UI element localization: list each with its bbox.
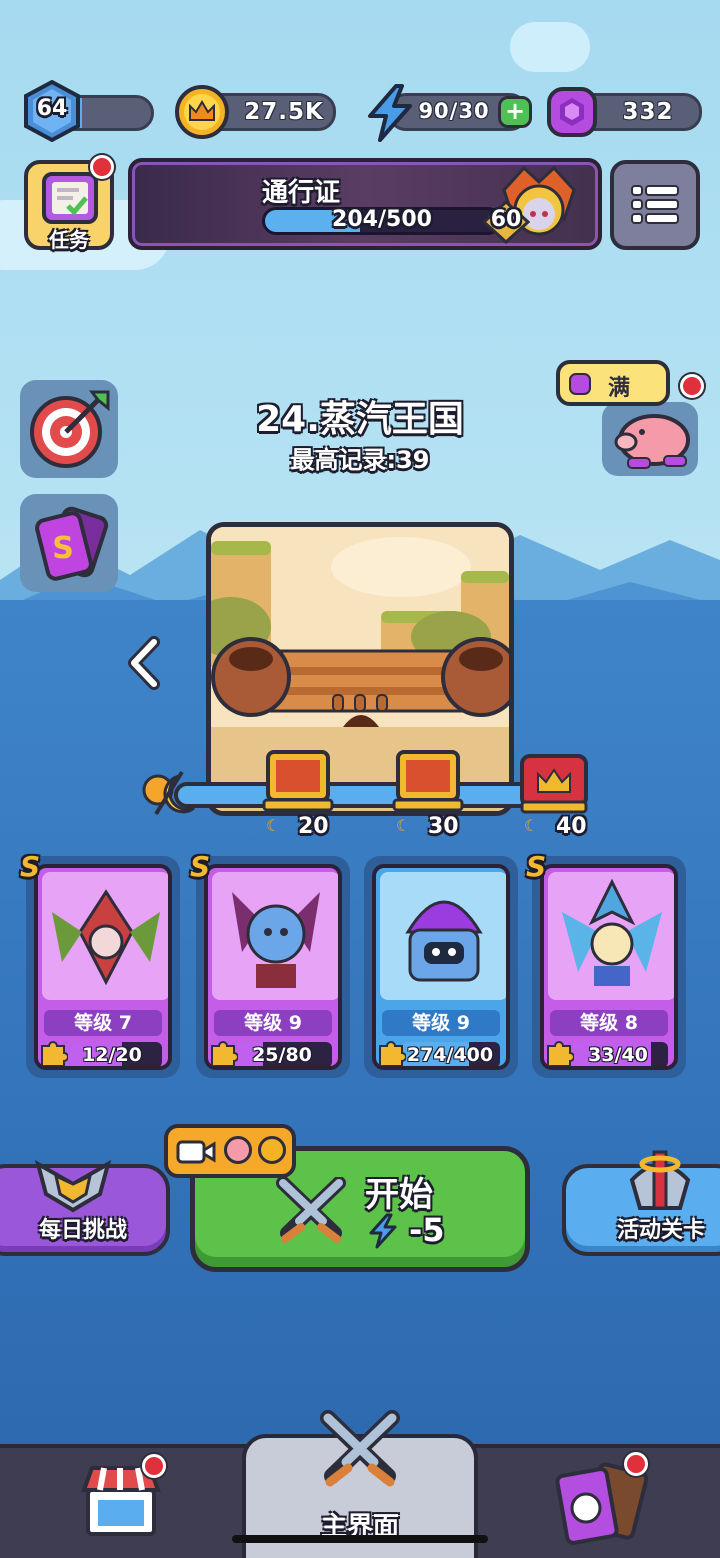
stage-name: 24.蒸汽王国	[256, 399, 464, 440]
hero-level: 等级 8	[550, 1010, 668, 1036]
previous-stage-arrow-icon[interactable]	[122, 636, 166, 690]
chest-icon[interactable]	[262, 746, 334, 812]
tasks-label: 任务	[49, 228, 89, 252]
menu-button[interactable]	[610, 160, 700, 250]
piggy-bank-button[interactable]	[602, 402, 698, 476]
hero-shard-progress: 33/40	[568, 1042, 668, 1066]
hero-rank-badge: S	[526, 850, 547, 883]
crown-coin-icon	[175, 85, 229, 139]
notification-dot	[142, 1454, 166, 1478]
notification-dot	[680, 374, 704, 398]
hero-card[interactable]: 等级 9 274/400	[372, 864, 510, 1070]
cloud	[510, 22, 590, 72]
hero-card-slot[interactable]: 等级 9 274/400	[364, 856, 518, 1078]
coin-small-icon	[258, 1136, 286, 1164]
hero-shard-progress: 12/20	[62, 1042, 162, 1066]
hero-card[interactable]: 等级 8 33/40	[540, 864, 678, 1070]
hero-shard-progress: 274/400	[400, 1042, 500, 1066]
energy-amount: 90/30	[418, 99, 490, 123]
shield-wings-icon	[34, 1159, 112, 1213]
hero-shard-progress: 25/80	[232, 1042, 332, 1066]
player-level: 64	[36, 96, 68, 121]
event-stage-button[interactable]: 活动关卡	[562, 1150, 720, 1256]
puzzle-piece-icon	[211, 1041, 238, 1066]
gem-icon	[547, 87, 597, 137]
puzzle-piece-icon	[547, 1041, 574, 1066]
helmet-sword-icon	[629, 1150, 691, 1210]
crossed-swords-icon	[276, 1177, 346, 1243]
hero-shard-count: 33/40	[588, 1044, 648, 1066]
list-menu-icon	[631, 185, 679, 224]
add-energy-button[interactable]: +	[498, 96, 532, 128]
start-label: 开始	[365, 1175, 433, 1215]
reward-wave-label: 30	[428, 814, 459, 839]
s-card-icon: S	[35, 506, 109, 581]
small-sun-moon-icon: ☾	[266, 816, 281, 835]
skill-card-button[interactable]: S	[20, 494, 118, 592]
hero-portrait	[380, 872, 506, 1000]
clipboard-icon	[42, 172, 98, 224]
gem-small-icon	[569, 373, 591, 395]
piggy-icon	[614, 414, 690, 469]
svg-text:S: S	[52, 531, 74, 566]
hero-portrait	[42, 872, 168, 1000]
hero-card-slot[interactable]: 等级 7 12/20 S	[20, 850, 180, 1078]
puzzle-piece-icon	[41, 1041, 68, 1066]
steam-kingdom-art	[211, 527, 509, 811]
pass-tier: 60	[490, 207, 522, 232]
piggy-full-tooltip: 满	[556, 360, 670, 406]
stage-preview[interactable]	[206, 522, 514, 816]
hero-card[interactable]: 等级 7 12/20	[34, 864, 172, 1070]
hero-card-slot[interactable]: 等级 8 33/40 S	[526, 850, 686, 1078]
home-indicator	[232, 1535, 488, 1543]
lightning-icon	[369, 1213, 397, 1249]
hero-shard-count: 25/80	[252, 1044, 312, 1066]
piggy-small-icon	[224, 1136, 252, 1164]
hero-shard-count: 274/400	[406, 1044, 494, 1066]
start-cost: -5	[409, 1211, 445, 1249]
daily-challenge-button[interactable]: 每日挑战	[0, 1159, 170, 1256]
daily-challenge-label: 每日挑战	[38, 1218, 127, 1243]
video-bonus-button[interactable]	[164, 1124, 296, 1178]
hero-level: 等级 7	[44, 1010, 162, 1036]
hero-card-slot[interactable]: 等级 9 25/80 S	[190, 850, 350, 1078]
event-stage-label: 活动关卡	[616, 1218, 705, 1243]
hero-rank-badge: S	[20, 850, 41, 883]
hero-shard-count: 12/20	[82, 1044, 142, 1066]
reward-wave-label: 40	[556, 814, 587, 839]
hero-portrait	[212, 872, 338, 1000]
gem-amount: 332	[622, 99, 674, 125]
hero-level: 等级 9	[382, 1010, 500, 1036]
crown-chest-icon[interactable]	[518, 752, 590, 814]
sun-moon-icon	[142, 770, 195, 816]
reward-wave-label: 20	[298, 814, 329, 839]
hero-card[interactable]: 等级 9 25/80	[204, 864, 342, 1070]
notification-dot	[624, 1452, 648, 1476]
target-icon	[30, 390, 110, 468]
hero-rank-badge: S	[190, 850, 211, 883]
puzzle-piece-icon	[379, 1041, 406, 1066]
hero-portrait	[548, 872, 674, 1000]
gold-amount: 27.5K	[244, 99, 324, 125]
pass-title: 通行证	[262, 178, 341, 208]
hero-level: 等级 9	[214, 1010, 332, 1036]
lightning-icon	[368, 84, 412, 142]
chest-icon[interactable]	[392, 746, 464, 812]
notification-dot	[90, 155, 114, 179]
crossed-swords-icon[interactable]	[318, 1410, 402, 1488]
small-sun-moon-icon: ☾	[524, 816, 539, 835]
stage-record: 最高记录:39	[290, 446, 430, 474]
small-sun-moon-icon: ☾	[396, 816, 411, 835]
piggy-full-label: 满	[608, 376, 631, 401]
wave-progress-bar	[174, 782, 574, 808]
pass-progress-text: 204/500	[332, 207, 432, 232]
target-event-button[interactable]	[20, 380, 118, 478]
video-camera-icon	[176, 1140, 216, 1164]
